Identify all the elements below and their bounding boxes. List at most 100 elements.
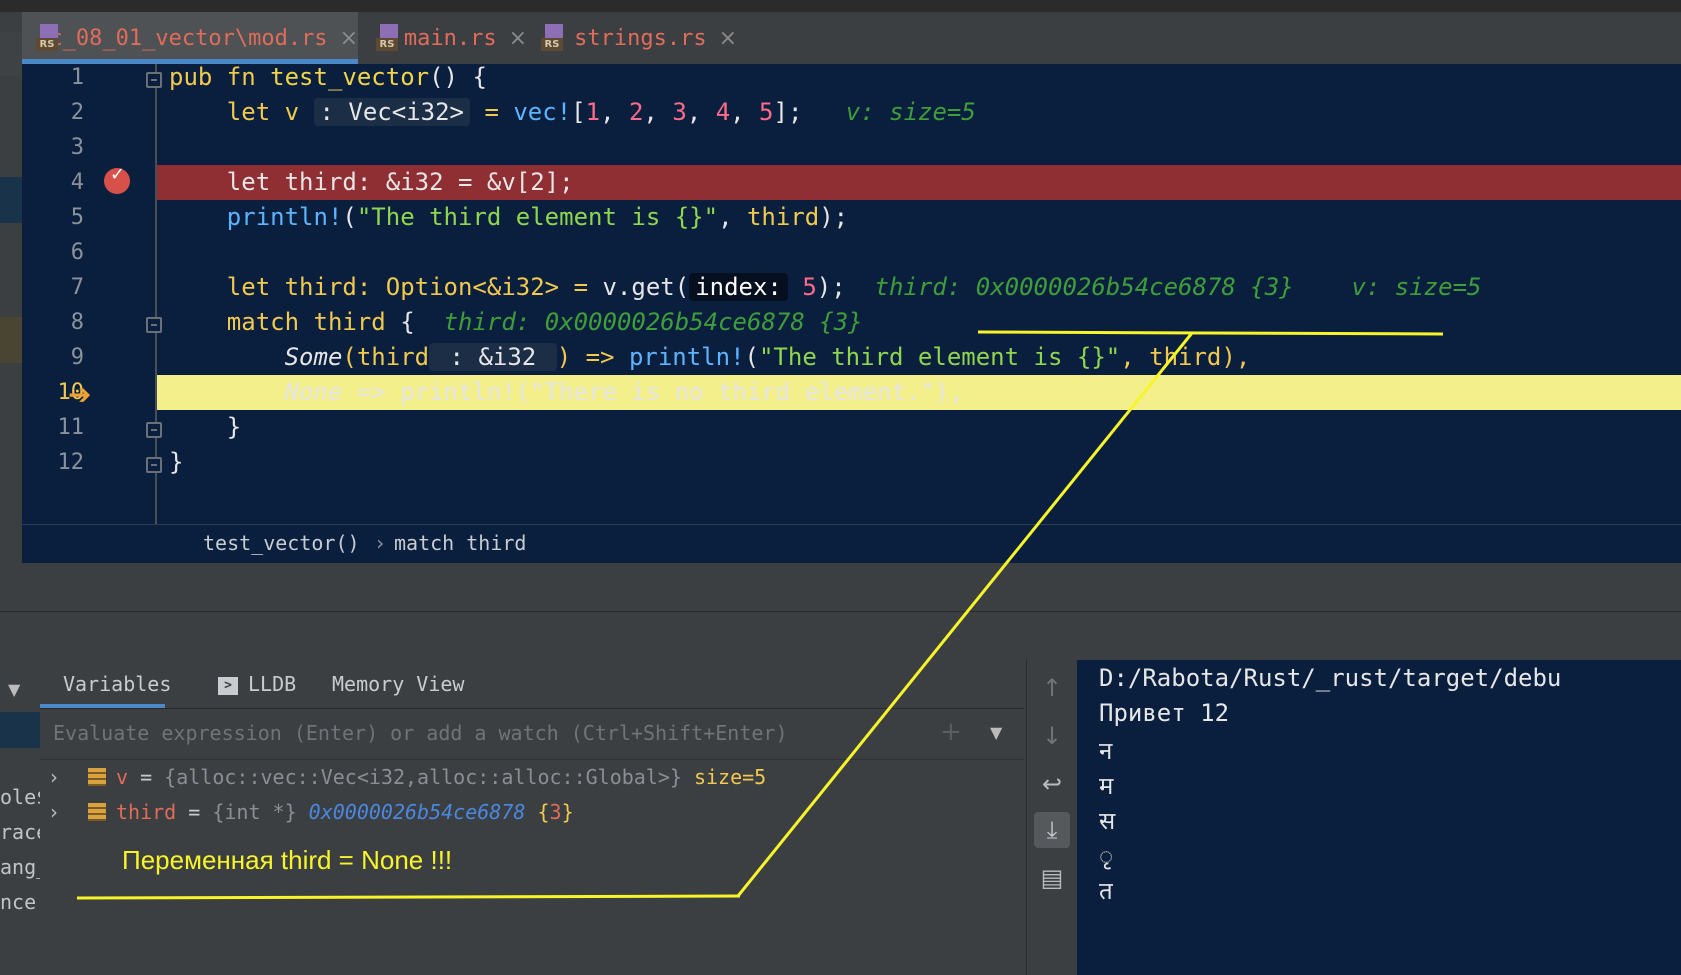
parameter-hint: index: [689,273,788,301]
console-line: ृ [1099,842,1114,870]
code-text: => println!("There is no third element."… [342,378,964,406]
variable-value: size=5 [681,765,767,789]
code-line-3[interactable]: 3 [22,130,1681,165]
frame-fragment[interactable]: nce [0,890,36,914]
macro-name: println! [169,203,343,231]
code-text: v.get( [602,273,690,301]
tab-label: main.rs [403,25,497,51]
debugger-tab-bar: Variables > LLDB Memory View [40,660,1024,709]
input-placeholder: Evaluate expression (Enter) or add a wat… [53,721,788,745]
tab-label: LLDB [248,672,297,696]
code-text: let third: &i32 = &v[2]; [169,168,574,196]
arrow-up-icon[interactable]: ↑ [1034,670,1070,706]
line-number: 8 [70,310,84,335]
code-text: third [746,203,820,231]
line-number: 6 [70,240,84,265]
brace: } [561,800,574,824]
code-line-9[interactable]: 9 Some(third : &i32 ) => println!("The t… [22,340,1681,375]
code-line-1[interactable]: 1 pub fn test_vector() { [22,64,1681,95]
variable-address: 0x0000026b54ce6878 [296,800,526,824]
code-line-7[interactable]: 7 let third: Option<&i32> = v.get(index:… [22,270,1681,305]
code-line-6[interactable]: 6 [22,235,1681,270]
rust-file-icon: RS [36,24,58,52]
line-number: 12 [57,450,85,475]
code-text: , third), [1120,343,1251,371]
selected-frame[interactable] [0,712,40,748]
code-line-8[interactable]: 8 match third { third: 0x0000026b54ce687… [22,305,1681,340]
close-icon[interactable]: × [340,26,358,51]
soft-wrap-icon[interactable]: ↩ [1034,766,1070,802]
variable-name: third [116,800,177,824]
code-text: () { [429,64,487,91]
chevron-down-icon[interactable]: ▼ [8,680,20,699]
fold-icon[interactable] [146,457,162,473]
breadcrumb-scope[interactable]: match third [394,531,526,555]
string-literal: "The third element is {}" [356,203,719,231]
code-text: Some [169,343,343,371]
inline-debug-value: v: size=5 [845,98,976,126]
breadcrumb: test_vector() › match third [22,524,1681,563]
tab-main-rs[interactable]: RS main.rs × [362,12,527,64]
code-text: ( [744,343,759,371]
scroll-to-end-icon[interactable]: ⤓ [1034,812,1070,848]
code-text: ( [342,203,357,231]
line-number: 2 [70,100,84,125]
code-text: ) => [556,343,629,371]
close-icon[interactable]: × [509,26,527,51]
chevron-right-icon[interactable]: › [50,795,58,829]
fold-icon[interactable] [146,422,162,438]
line-number: 9 [70,345,84,370]
breadcrumb-function[interactable]: test_vector() [203,531,360,555]
tab-variables[interactable]: Variables [40,660,171,708]
execution-point-arrow-icon: ➔ [68,378,92,411]
inline-debug-value: v: size=5 [1351,273,1482,301]
code-text: let v [169,98,314,126]
fold-icon[interactable] [146,317,162,333]
fold-icon[interactable] [146,72,162,88]
close-icon[interactable]: × [719,26,737,51]
tab-strings-rs[interactable]: RS strings.rs × [527,12,737,64]
tab-memory-view[interactable]: Memory View [332,660,464,708]
terminal-icon: > [218,676,238,695]
code-text: { [385,308,415,336]
debug-toolbar-area [0,612,1681,660]
left-tool-strip [0,12,23,602]
line-number: 11 [57,415,85,440]
code-line-10[interactable]: 10 None => println!("There is no third e… [22,375,1681,410]
chevron-right-icon[interactable]: › [50,760,58,794]
add-watch-icon[interactable]: + [940,717,962,747]
line-number: 7 [70,275,84,300]
arrow-down-icon[interactable]: ↓ [1034,718,1070,754]
active-tab-indicator [40,704,165,708]
code-line-11[interactable]: 11 } [22,410,1681,445]
variable-icon [88,803,106,821]
tab-mod-rs[interactable]: RS c_08_01_vector\mod.rs × [22,12,358,64]
inline-debug-value: third: 0x0000026b54ce6878 {3} [443,308,863,336]
variable-row-third[interactable]: › third = {int *} 0x0000026b54ce6878 {3} [40,795,1024,829]
breakpoint-icon[interactable] [104,164,130,194]
panel-divider[interactable] [0,563,1681,612]
macro-name: println! [628,343,745,371]
variable-row-v[interactable]: › v = {alloc::vec::Vec<i32,alloc::alloc:… [40,760,1024,794]
evaluate-expression-input[interactable]: Evaluate expression (Enter) or add a wat… [40,709,1024,760]
type-hint: : &i32 [429,343,557,371]
code-text: = [470,98,514,126]
number-literal: 5 [787,273,817,301]
rust-file-icon: RS [541,24,566,52]
chevron-down-icon[interactable]: ▼ [990,723,1002,742]
frames-panel: ▼ ole$ race ang_ nce [0,660,48,975]
code-editor[interactable]: 1 pub fn test_vector() { 2 let v : Vec<i… [22,64,1681,524]
line-number: 5 [70,205,84,230]
print-icon[interactable]: ▤ [1034,860,1070,896]
code-line-5[interactable]: 5 println!("The third element is {}", th… [22,200,1681,235]
console-output[interactable]: D:/Rabota/Rust/_rust/target/debu Привет … [1077,660,1681,975]
number-literal: 2 [628,98,644,126]
variable-icon [88,768,106,786]
code-text: , [718,203,747,231]
tab-lldb[interactable]: > LLDB [218,660,296,708]
line-number: 1 [70,65,84,90]
code-line-12[interactable]: 12 } [22,445,1681,480]
code-text: ]; [773,98,803,126]
code-line-2[interactable]: 2 let v : Vec<i32> = vec![1, 2, 3, 4, 5]… [22,95,1681,130]
code-line-4[interactable]: 4 let third: &i32 = &v[2]; [22,165,1681,200]
